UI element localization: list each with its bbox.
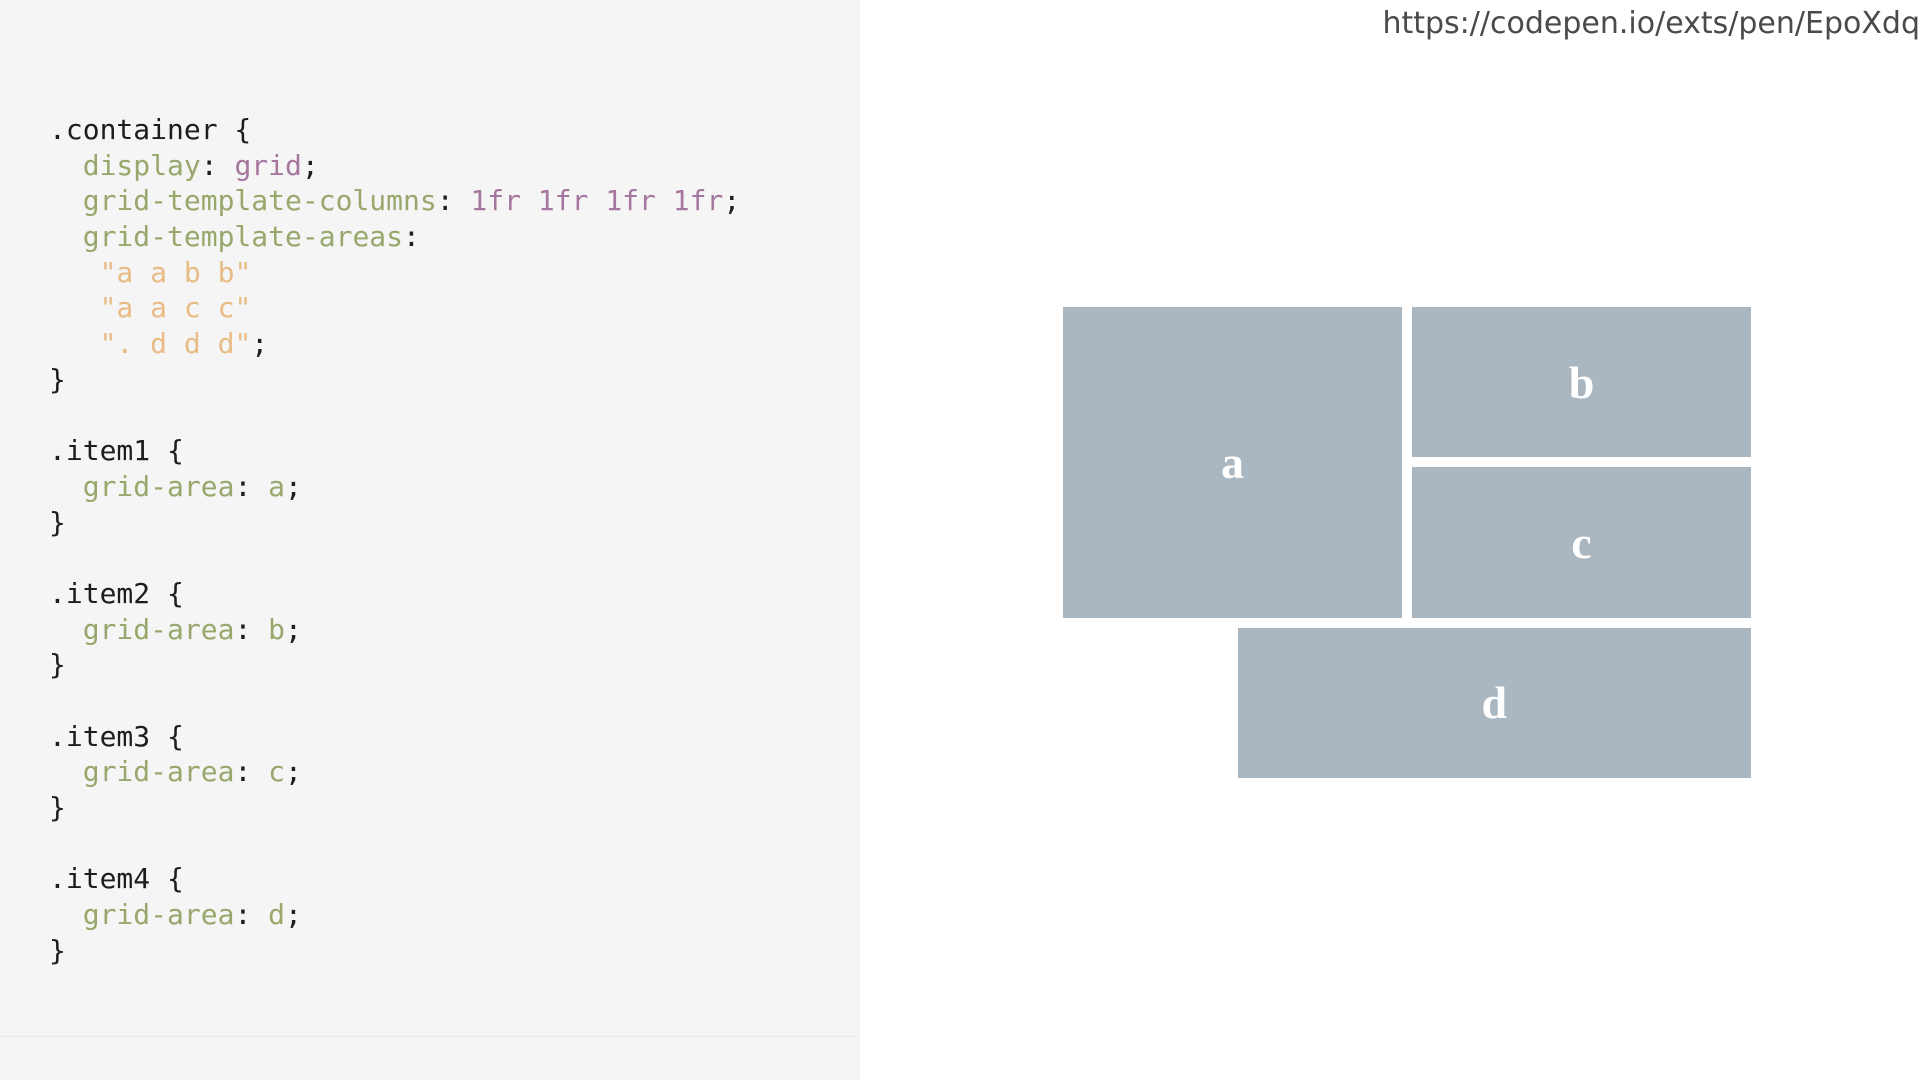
code-token: ; bbox=[285, 755, 302, 789]
code-token: .item4 { bbox=[49, 862, 184, 896]
code-line: "a a c c" bbox=[49, 290, 740, 326]
code-token: grid-template-columns bbox=[82, 184, 437, 218]
code-token: ; bbox=[285, 612, 302, 646]
code-token: "a a c c" bbox=[99, 291, 252, 325]
css-code-block: .container { display: grid; grid-templat… bbox=[49, 112, 740, 969]
code-token: ; bbox=[285, 469, 302, 503]
code-token: ; bbox=[723, 184, 741, 218]
code-line: ". d d d"; bbox=[49, 326, 740, 362]
code-token: grid-area bbox=[82, 612, 235, 646]
code-token: .container { bbox=[49, 113, 252, 146]
code-token: .item3 { bbox=[49, 719, 184, 753]
grid-item-b: b bbox=[1412, 307, 1751, 458]
code-line: grid-area: a; bbox=[49, 469, 740, 505]
code-line: grid-area: d; bbox=[49, 897, 740, 933]
code-token: a bbox=[268, 469, 286, 503]
code-line: } bbox=[49, 505, 740, 541]
code-line: } bbox=[49, 790, 740, 826]
code-token: .item1 { bbox=[49, 434, 184, 468]
code-token: display bbox=[82, 148, 201, 182]
code-line: grid-area: b; bbox=[49, 612, 740, 648]
grid-item-a: a bbox=[1063, 307, 1402, 618]
code-token: grid-area bbox=[82, 898, 235, 932]
codepen-url: https://codepen.io/exts/pen/EpoXdq bbox=[1382, 6, 1920, 41]
code-token: grid bbox=[234, 148, 302, 182]
code-line: } bbox=[49, 933, 740, 969]
code-token: c bbox=[268, 755, 286, 789]
code-token: ; bbox=[301, 148, 319, 182]
code-token: d bbox=[268, 898, 286, 932]
code-token: : bbox=[234, 612, 269, 646]
panel-divider bbox=[0, 1036, 860, 1037]
code-token: : bbox=[403, 220, 420, 254]
code-token: "a a b b" bbox=[99, 255, 252, 289]
code-line: grid-template-columns: 1fr 1fr 1fr 1fr; bbox=[49, 183, 740, 219]
code-token: : bbox=[234, 469, 269, 503]
code-line: } bbox=[49, 362, 740, 398]
code-line: } bbox=[49, 647, 740, 683]
code-token: } bbox=[49, 933, 66, 967]
code-line: .item3 { bbox=[49, 719, 740, 755]
code-line: .container { bbox=[49, 112, 740, 148]
code-token: .item2 { bbox=[49, 576, 184, 610]
code-line: .item4 { bbox=[49, 861, 740, 897]
code-token: : bbox=[234, 898, 269, 932]
code-token: } bbox=[49, 505, 66, 539]
code-token: } bbox=[49, 791, 66, 825]
code-token: } bbox=[49, 648, 66, 682]
code-token: grid-area bbox=[82, 469, 235, 503]
code-line: "a a b b" bbox=[49, 255, 740, 291]
code-token: ". d d d" bbox=[99, 327, 252, 361]
code-line: .item2 { bbox=[49, 576, 740, 612]
code-token: 1fr 1fr 1fr 1fr bbox=[470, 184, 724, 218]
code-line: grid-area: c; bbox=[49, 754, 740, 790]
code-token: : bbox=[234, 755, 269, 789]
code-token: ; bbox=[251, 327, 269, 361]
code-line: grid-template-areas: bbox=[49, 219, 740, 255]
grid-item-d: d bbox=[1237, 627, 1751, 778]
code-token: : bbox=[200, 148, 235, 182]
grid-container-demo: abcd bbox=[1063, 307, 1751, 778]
grid-item-c: c bbox=[1412, 467, 1751, 618]
code-panel: .container { display: grid; grid-templat… bbox=[0, 0, 860, 1080]
code-line: display: grid; bbox=[49, 148, 740, 184]
code-token: ; bbox=[285, 898, 302, 932]
code-token: } bbox=[49, 362, 66, 396]
code-line: .item1 { bbox=[49, 433, 740, 469]
code-token: : bbox=[436, 184, 471, 218]
code-token: b bbox=[268, 612, 286, 646]
code-token: grid-area bbox=[82, 755, 235, 789]
code-token: grid-template-areas bbox=[82, 220, 404, 254]
